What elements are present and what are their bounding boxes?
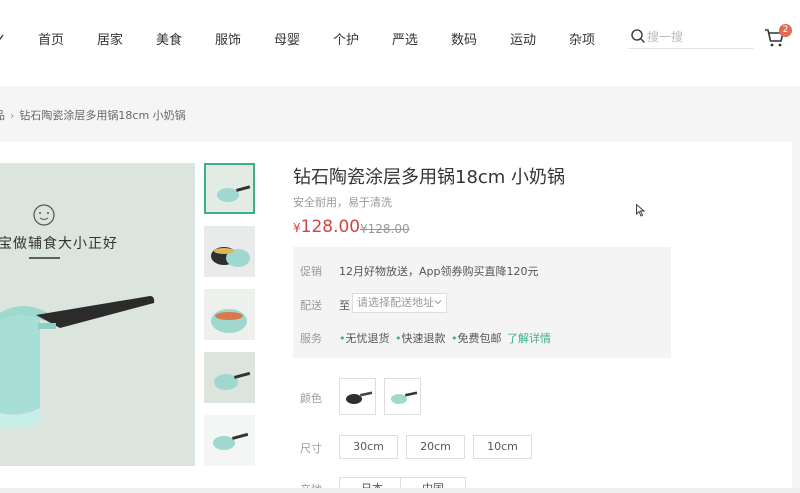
search-input[interactable] — [647, 28, 747, 46]
service-item: •无忧退货 — [339, 330, 390, 346]
thumbnail-5[interactable] — [204, 415, 255, 466]
nav-item-sports[interactable]: 运动 — [510, 29, 536, 48]
delivery-label: 配送 — [300, 299, 322, 312]
top-header: 首页 居家 美食 服饰 母婴 个护 严选 数码 运动 杂项 2 — [0, 0, 800, 86]
pot-illustration — [0, 163, 195, 466]
original-price: ¥128.00 — [360, 222, 410, 236]
nav-item-personal-care[interactable]: 个护 — [333, 29, 359, 48]
breadcrumb: 品 › 钻石陶瓷涂层多用锅18cm 小奶锅 — [0, 107, 186, 123]
delivery-prefix: 至 — [339, 299, 350, 312]
image-slogan: 宝做辅食大小正好 — [0, 236, 118, 252]
learn-more-link[interactable]: 了解详情 — [507, 330, 551, 346]
thumbnail-1[interactable] — [204, 163, 255, 214]
size-option-10cm[interactable]: 10cm — [473, 435, 532, 459]
thumbnail-4[interactable] — [204, 352, 255, 403]
service-fast-refund: 快速退款 — [401, 332, 446, 345]
size-label: 尺寸 — [300, 442, 322, 455]
thumbnail-pot-icon — [204, 352, 255, 403]
product-price: ¥128.00 — [293, 217, 360, 237]
chevron-down-icon — [434, 300, 442, 305]
mouse-cursor-icon — [636, 204, 645, 217]
nav-item-selected[interactable]: 严选 — [392, 29, 418, 48]
nav-item-misc[interactable]: 杂项 — [569, 29, 595, 48]
thumbnail-pot-icon — [204, 226, 255, 277]
price-value: 128.00 — [300, 217, 361, 237]
size-option-20cm[interactable]: 20cm — [406, 435, 465, 459]
service-item: •免费包邮 — [451, 330, 502, 346]
service-label: 服务 — [300, 332, 322, 345]
chevron-down-icon[interactable] — [0, 33, 4, 41]
nav-item-baby[interactable]: 母婴 — [274, 29, 300, 48]
thumbnail-3[interactable] — [204, 289, 255, 340]
promo-text: 12月好物放送，App领券购买直降120元 — [339, 265, 539, 278]
service-free-shipping: 免费包邮 — [457, 332, 502, 345]
black-pot-icon — [346, 391, 373, 404]
search-box — [628, 26, 754, 49]
nav-item-home-living[interactable]: 居家 — [97, 29, 123, 48]
color-option-black[interactable] — [339, 378, 376, 415]
nav-item-digital[interactable]: 数码 — [451, 29, 477, 48]
mint-pot-icon — [391, 391, 418, 404]
thumbnail-pot-icon — [204, 415, 255, 466]
cart-count-badge: 2 — [779, 24, 792, 37]
service-no-worry-return: 无忧退货 — [345, 332, 390, 345]
delivery-address-placeholder: 请选择配送地址 — [357, 296, 434, 309]
service-item: •快速退款 — [395, 330, 446, 346]
product-subtitle: 安全耐用，易于清洗 — [293, 196, 392, 209]
color-option-mint[interactable] — [384, 378, 421, 415]
breadcrumb-separator-icon: › — [10, 109, 15, 122]
color-label: 颜色 — [300, 392, 322, 405]
product-title: 钻石陶瓷涂层多用锅18cm 小奶锅 — [293, 167, 566, 188]
currency-symbol: ¥ — [293, 221, 301, 235]
thumbnail-pot-icon — [204, 289, 255, 340]
nav-item-food[interactable]: 美食 — [156, 29, 182, 48]
breadcrumb-current: 钻石陶瓷涂层多用锅18cm 小奶锅 — [19, 109, 186, 122]
product-main-image: 宝做辅食大小正好 — [0, 163, 195, 466]
bottom-strip — [0, 488, 800, 493]
search-icon[interactable] — [630, 28, 646, 44]
nav-item-apparel[interactable]: 服饰 — [215, 29, 241, 48]
nav-item-home[interactable]: 首页 — [38, 29, 64, 48]
delivery-address-select[interactable]: 请选择配送地址 — [352, 293, 447, 313]
thumbnail-pot-icon — [206, 165, 253, 212]
size-option-30cm[interactable]: 30cm — [339, 435, 398, 459]
promo-label: 促销 — [300, 265, 322, 278]
thumbnail-2[interactable] — [204, 226, 255, 277]
breadcrumb-prev[interactable]: 品 — [0, 109, 5, 122]
